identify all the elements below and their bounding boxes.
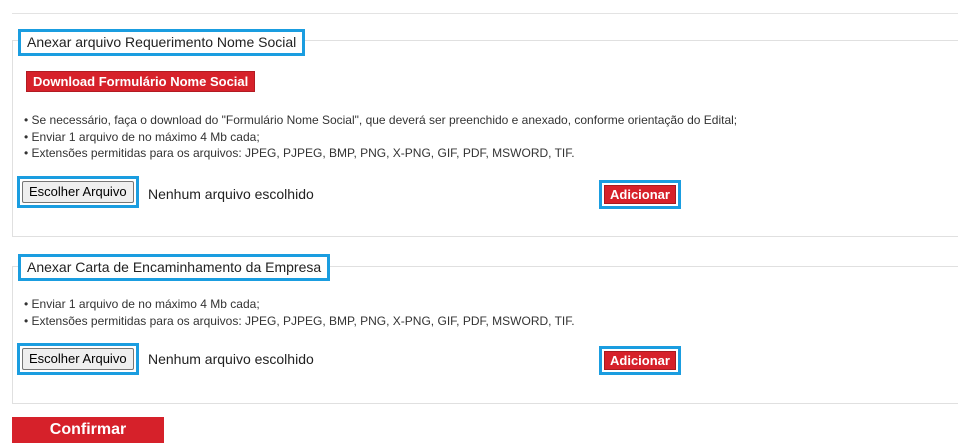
section-legend-nome-social: Anexar arquivo Requerimento Nome Social	[18, 29, 306, 56]
instructions-list-carta-empresa: Enviar 1 arquivo de no máximo 4 Mb cada;…	[24, 296, 575, 329]
instructions-list-nome-social: Se necessário, faça o download do "Formu…	[24, 112, 738, 162]
list-item: Extensões permitidas para os arquivos: J…	[24, 145, 737, 162]
list-item: Enviar 1 arquivo de no máximo 4 Mb cada;	[24, 129, 737, 146]
list-item: Se necessário, faça o download do "Formu…	[24, 112, 738, 129]
add-button-wrapper-carta-empresa: Adicionar	[599, 346, 681, 375]
top-divider	[12, 13, 958, 14]
file-status-text: Nenhum arquivo escolhido	[148, 186, 314, 202]
add-button[interactable]: Adicionar	[604, 185, 676, 204]
add-button[interactable]: Adicionar	[604, 351, 676, 370]
list-item: Enviar 1 arquivo de no máximo 4 Mb cada;	[24, 296, 575, 313]
download-form-button[interactable]: Download Formulário Nome Social	[26, 71, 256, 92]
file-status-text: Nenhum arquivo escolhido	[148, 351, 314, 367]
choose-file-button[interactable]: Escolher Arquivo	[22, 181, 134, 203]
list-item: Extensões permitidas para os arquivos: J…	[24, 313, 575, 330]
attachment-section-carta-empresa	[12, 266, 958, 404]
file-picker-carta-empresa: Escolher Arquivo	[17, 343, 139, 375]
choose-file-button[interactable]: Escolher Arquivo	[22, 348, 134, 370]
file-picker-nome-social: Escolher Arquivo	[17, 176, 139, 208]
section-legend-carta-empresa: Anexar Carta de Encaminhamento da Empres…	[18, 254, 331, 281]
add-button-wrapper-nome-social: Adicionar	[599, 180, 681, 209]
confirm-button[interactable]: Confirmar	[12, 417, 164, 443]
